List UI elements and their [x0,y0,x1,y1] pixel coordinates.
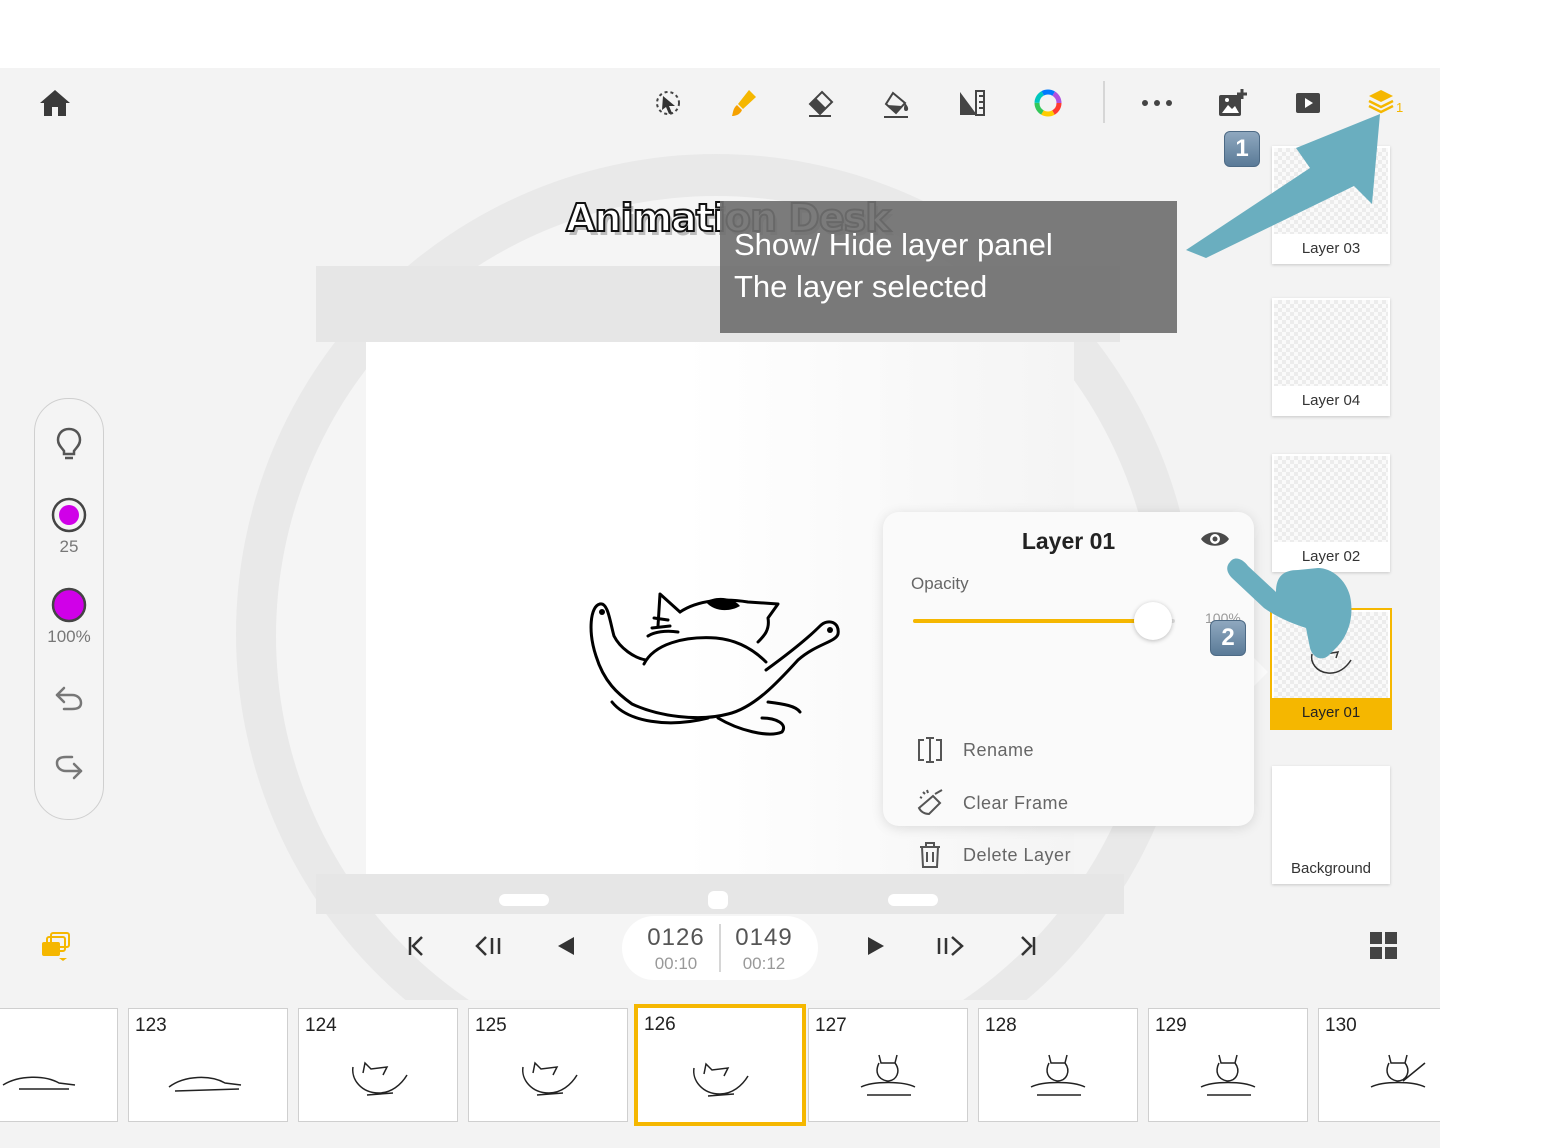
stage-handle-left[interactable] [499,894,549,906]
tutorial-tooltip: Show/ Hide layer panel The layer selecte… [720,201,1177,333]
more-icon[interactable] [1140,86,1174,120]
step-badge-1: 1 [1224,131,1260,167]
left-tool-panel: 25 100% [34,398,104,820]
color-opacity-value: 100% [47,627,91,646]
clear-frame-label: Clear Frame [963,792,1069,813]
frame-thumb[interactable]: 129 [1148,1008,1308,1122]
stage-handle-center[interactable] [708,891,728,909]
brush-icon[interactable] [727,86,761,120]
last-frame-icon[interactable] [1012,930,1044,962]
frame-thumb-art [693,1062,749,1097]
total-frame-time: 00:12 [742,954,786,973]
frame-thumb[interactable]: 130 [1318,1008,1440,1122]
opacity-label: Opacity [911,574,969,593]
app-window: 1 Animation Des [0,68,1440,1148]
frame-thumb-art [2,1076,76,1090]
eraser-icon[interactable] [803,86,837,120]
next-frame-icon[interactable] [860,930,892,962]
total-frame-number: 0149 [735,924,793,951]
frame-thumb-art [168,1076,242,1092]
color-swatch-icon [51,587,87,623]
paint-bucket-icon[interactable] [879,86,913,120]
total-frame-readout: 0149 00:12 [724,924,804,974]
arrow-annotation-1 [1186,114,1380,258]
ruler-icon[interactable] [955,86,989,120]
frame-thumb[interactable]: 123 [128,1008,288,1122]
layer-thumb-preview [1274,456,1388,542]
grid-view-icon[interactable] [1368,930,1400,962]
frame-number: 128 [985,1015,1017,1036]
frame-number: 125 [475,1015,507,1036]
opacity-slider-knob[interactable] [1134,602,1172,640]
delete-layer-label: Delete Layer [963,844,1072,865]
layer-label: Layer 01 [1272,698,1390,728]
home-icon[interactable] [38,86,72,120]
brush-size-value: 25 [59,537,79,556]
rename-icon [918,737,942,763]
brush-size-control[interactable]: 25 [35,497,103,557]
layer-label: Background [1272,854,1390,884]
next-keyframe-icon[interactable] [934,930,966,962]
frame-thumb-art [1370,1054,1426,1088]
tooltip-line-2: The layer selected [734,269,988,304]
onion-skin-icon[interactable] [38,930,72,964]
frame-thumb-art [1200,1054,1256,1096]
current-frame-number: 0126 [647,924,705,951]
frame-thumb[interactable] [0,1008,118,1122]
brush-size-icon [51,497,87,533]
redo-icon[interactable] [35,755,103,781]
rename-menu-item[interactable]: Rename [915,732,1034,768]
lasso-select-icon[interactable] [651,86,685,120]
frame-number: 126 [644,1014,676,1035]
lightbulb-icon[interactable] [35,427,103,461]
stage-handle-right[interactable] [888,894,938,906]
frame-strip: 123 124 125 126 127 128 129 130 [0,1000,1440,1148]
layer-label: Layer 04 [1272,386,1390,416]
toolbar-divider [1103,81,1105,123]
step-badge-2: 2 [1210,620,1246,656]
trash-icon [920,842,940,868]
frame-thumb[interactable]: 127 [808,1008,968,1122]
layer-thumb-layer-04[interactable]: Layer 04 [1272,298,1390,416]
frame-number: 127 [815,1015,847,1036]
tooltip-line-1: Show/ Hide layer panel [734,227,1053,262]
frame-number: 124 [305,1015,337,1036]
frame-thumb-art [860,1054,916,1096]
frame-number: 123 [135,1015,167,1036]
color-opacity-control[interactable]: 100% [35,587,103,647]
frame-number: 130 [1325,1015,1357,1036]
stage-bottom-bar [316,874,1124,914]
frame-thumb-current[interactable]: 126 [634,1004,806,1126]
clear-frame-menu-item[interactable]: Clear Frame [915,785,1069,821]
frame-thumb-art [1030,1054,1086,1096]
previous-frame-icon[interactable] [550,930,582,962]
broom-icon [917,789,943,816]
layer-thumb-background[interactable]: Background [1272,766,1390,884]
rename-label: Rename [963,739,1035,760]
current-frame-readout: 0126 00:10 [636,924,716,974]
frame-thumb-art [522,1061,578,1096]
opacity-slider-fill [913,619,1153,623]
layer-thumb-preview [1274,300,1388,386]
counter-divider [719,924,721,972]
frame-counter: 0126 00:10 0149 00:12 [622,916,818,980]
eye-icon[interactable] [1199,528,1231,555]
undo-icon[interactable] [35,685,103,711]
layer-options-popover: Layer 01 Opacity 100% Rename Clear Frame… [883,512,1254,868]
frame-number: 129 [1155,1015,1187,1036]
color-wheel-icon[interactable] [1031,86,1065,120]
first-frame-icon[interactable] [400,930,432,962]
current-frame-time: 00:10 [654,954,698,973]
frame-thumb[interactable]: 125 [468,1008,628,1122]
frame-thumb-art [352,1061,408,1096]
opacity-slider[interactable] [913,602,1175,640]
previous-keyframe-icon[interactable] [474,930,506,962]
cat-drawing [589,592,840,736]
frame-thumb[interactable]: 128 [978,1008,1138,1122]
frame-thumb[interactable]: 124 [298,1008,458,1122]
delete-layer-menu-item[interactable]: Delete Layer [915,837,1071,873]
